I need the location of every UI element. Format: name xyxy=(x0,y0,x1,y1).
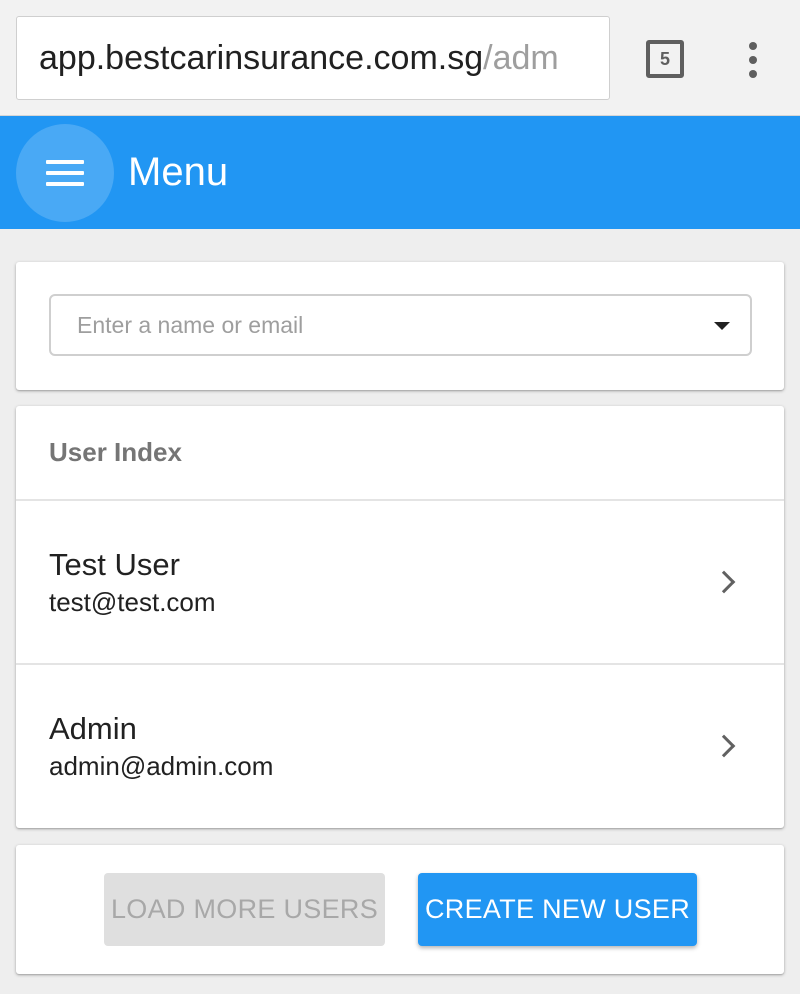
user-index-header: User Index xyxy=(16,406,784,501)
page-title: Menu xyxy=(128,150,229,194)
url-path: /adm xyxy=(483,38,559,77)
user-email: admin@admin.com xyxy=(49,751,274,781)
user-email: test@test.com xyxy=(49,587,216,617)
user-index-card: User Index Test User test@test.com Admin… xyxy=(16,406,784,828)
actions-card: LOAD MORE USERS CREATE NEW USER xyxy=(16,845,784,974)
vertical-dots-icon[interactable] xyxy=(738,38,768,82)
user-search-field[interactable] xyxy=(49,294,752,356)
tab-count: 5 xyxy=(659,48,670,69)
user-name: Test User xyxy=(49,547,180,582)
url-host: app.bestcarinsurance.com.sg xyxy=(39,38,484,77)
menu-button[interactable] xyxy=(16,124,114,222)
tab-switcher-button[interactable]: 5 xyxy=(646,40,684,78)
user-list-item[interactable]: Test User test@test.com xyxy=(16,501,784,663)
create-new-user-button[interactable]: CREATE NEW USER xyxy=(418,873,697,946)
app-bar: Menu xyxy=(0,116,800,229)
dropdown-arrow-icon[interactable] xyxy=(714,322,730,330)
user-list-item[interactable]: Admin admin@admin.com xyxy=(16,663,784,827)
search-card xyxy=(16,262,784,390)
user-name: Admin xyxy=(49,711,137,746)
load-more-users-button[interactable]: LOAD MORE USERS xyxy=(104,873,385,946)
search-input[interactable] xyxy=(77,311,677,339)
hamburger-icon xyxy=(46,160,84,186)
browser-toolbar: app.bestcarinsurance.com.sg/adm 5 xyxy=(0,0,800,116)
url-bar[interactable]: app.bestcarinsurance.com.sg/adm xyxy=(16,16,610,100)
